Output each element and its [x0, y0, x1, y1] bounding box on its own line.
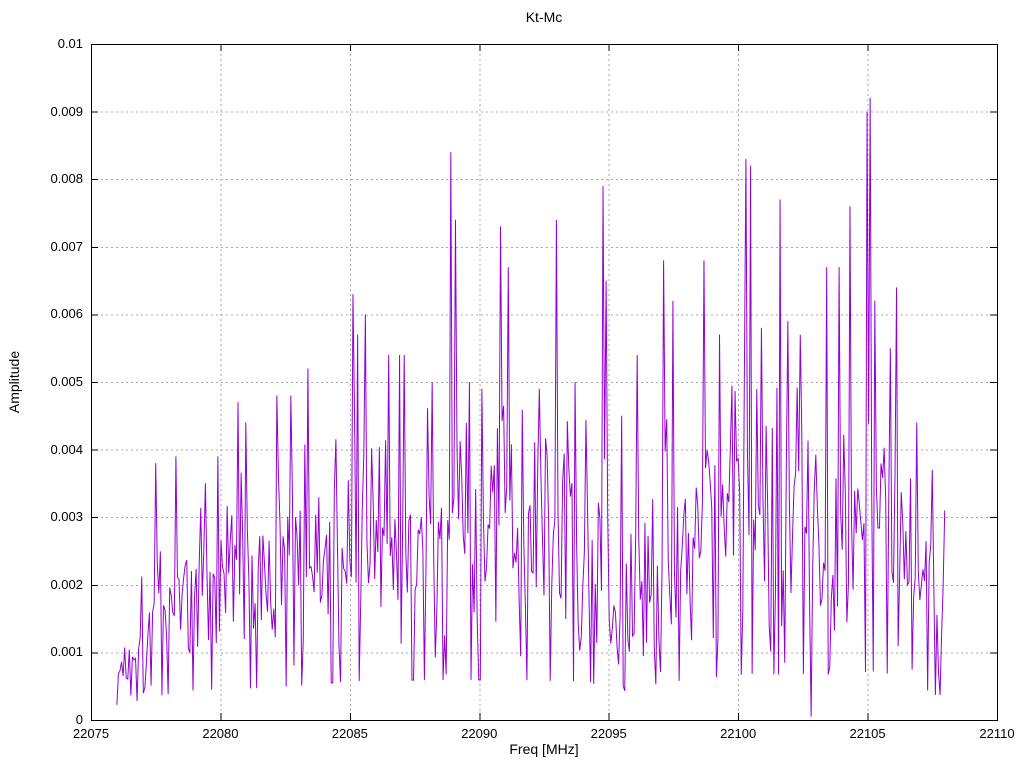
grid-lines: [91, 44, 997, 720]
y-tick-label: 0.006: [50, 306, 83, 322]
gnuplot-chart-window: Kt-Mc Amplitude Freq [MHz] 22075 22080 220…: [0, 0, 1024, 768]
x-tick-label: 22100: [720, 726, 757, 741]
y-tick-label: 0.008: [50, 171, 83, 187]
y-tick-label: 0.004: [50, 441, 83, 457]
y-tick-label: 0.001: [50, 644, 83, 660]
y-tick-label: 0.009: [50, 103, 83, 119]
y-tick-label: 0: [75, 712, 83, 727]
x-tick-label: 22075: [72, 726, 110, 741]
x-tick-label: 22095: [590, 726, 627, 741]
data-series-line: [116, 98, 946, 717]
x-tick-label: 22110: [979, 726, 1015, 741]
x-tick-label: 22085: [331, 726, 368, 741]
y-tick-label: 0.002: [50, 576, 83, 592]
y-tick-label: 0.005: [50, 374, 83, 389]
x-tick-label: 22105: [849, 726, 886, 741]
x-tick-label: 22090: [461, 726, 498, 741]
y-tick-label: 0.003: [50, 509, 83, 525]
y-tick-label: 0.01: [57, 36, 83, 51]
y-tick-label: 0.007: [50, 238, 83, 254]
plot-area: [91, 44, 998, 721]
x-tick-label: 22080: [202, 726, 239, 741]
